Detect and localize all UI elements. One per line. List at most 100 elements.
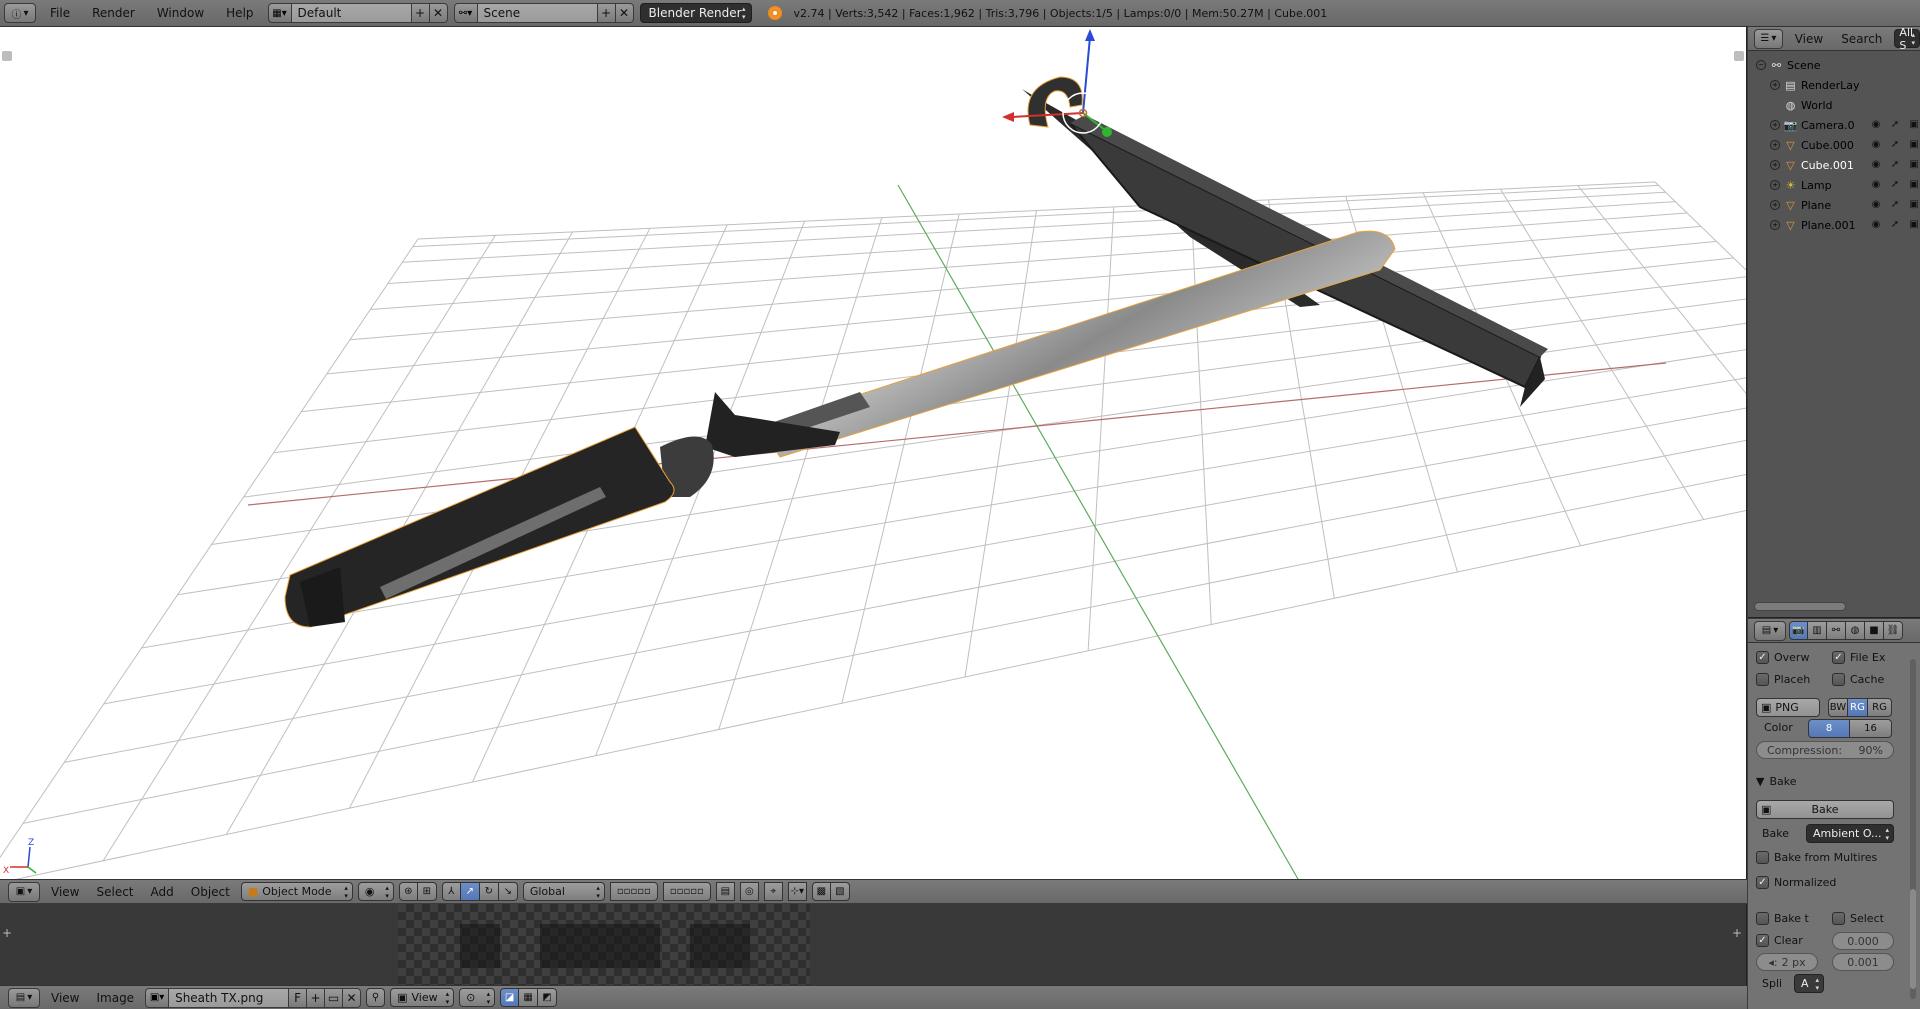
expand-toggle-icon[interactable]: + [1770,120,1780,130]
expand-toggle-icon[interactable]: − [1756,60,1766,70]
render-engine-dropdown[interactable]: Blender Render [639,3,752,23]
outliner-item[interactable]: + 📷 Camera.0 ◉ ➚ ▣ [1748,115,1920,135]
world-tab-icon[interactable]: ◍ [1846,621,1865,640]
outliner-item[interactable]: + ☀ Lamp ◉ ➚ ▣ [1748,175,1920,195]
handle-object[interactable] [284,426,675,628]
color-mode-bw[interactable]: BW [1828,698,1848,717]
bake-from-multires-row[interactable]: Bake from Multires [1756,851,1877,864]
split-dropdown[interactable]: A [1794,974,1824,993]
eye-icon[interactable]: ◉ [1870,178,1882,190]
outliner-display-mode-dropdown[interactable]: All S [1894,27,1920,52]
cursor-select-icon[interactable]: ➚ [1889,158,1901,170]
screen-layout-field[interactable]: Default [291,3,412,23]
file-ext-checkbox-row[interactable]: ✓ File Ex [1832,651,1885,664]
file-format-dropdown[interactable]: ▣ PNG [1756,698,1820,717]
render-camera-icon[interactable]: ▣ [1908,218,1920,230]
outliner-item[interactable]: + ▤ RenderLay [1748,75,1920,95]
render-camera-icon[interactable]: ▣ [1908,178,1920,190]
menu-file[interactable]: File [42,6,78,20]
cache-checkbox-row[interactable]: Cache [1832,673,1884,686]
color-depth-16[interactable]: 16 [1850,719,1892,738]
object-tab-icon[interactable]: ■ [1865,621,1884,640]
expand-toggle-icon[interactable]: + [1770,140,1780,150]
layer-lock-icon[interactable]: ▤ [715,882,735,901]
bake-panel-header[interactable]: ▼ Bake [1756,775,1797,788]
bake-to-vertex-checkbox[interactable] [1756,912,1769,925]
selected-to-active-checkbox[interactable] [1832,912,1845,925]
area-expand-left-icon[interactable]: + [2,926,12,940]
alpha-checker-icon[interactable]: ▦ [519,988,539,1007]
z-buffer-icon[interactable]: ◩ [538,988,558,1007]
pin-image-icon[interactable]: ⚲ [366,988,386,1007]
eye-icon[interactable]: ◉ [1870,158,1882,170]
bake-type-dropdown[interactable]: Ambient O... [1806,824,1894,843]
area-split-handle-topright[interactable] [1734,51,1744,61]
bake-from-multires-checkbox[interactable] [1756,851,1769,864]
fake-user-button[interactable]: F [289,987,308,1008]
object-mode-dropdown[interactable]: ■ Object Mode [240,882,353,901]
info-editor-type-button[interactable]: ⓘ ▾ [4,3,36,23]
outliner-item[interactable]: + ▽ Cube.000 ◉ ➚ ▣ [1748,135,1920,155]
cursor-select-icon[interactable]: ➚ [1889,198,1901,210]
unlink-image-icon[interactable]: ✕ [343,987,362,1008]
pivot-dropdown[interactable]: ⊙ [459,988,496,1007]
area-split-handle-topleft[interactable] [2,51,12,61]
outliner-menu-search[interactable]: Search [1835,32,1888,46]
layers-grid-a-icon[interactable]: ▫▫▫▫▫ [609,882,658,901]
cache-checkbox[interactable] [1832,673,1845,686]
properties-scroll-thumb[interactable] [1910,889,1916,989]
overwrite-checkbox[interactable]: ✓ [1756,651,1769,664]
outliner-editor-type-button[interactable]: ☰ ▾ [1754,28,1783,49]
bake-to-vertex-row[interactable]: Bake t [1756,912,1809,925]
snap-element-icon[interactable]: ⊹▾ [787,882,807,901]
menu-window[interactable]: Window [149,6,212,20]
3d-viewport[interactable]: Z X [0,27,1747,879]
placeholders-checkbox[interactable] [1756,673,1769,686]
bias-field[interactable]: 0.001 [1832,953,1894,971]
normalized-row[interactable]: ✓ Normalized [1756,876,1836,889]
guard-object[interactable] [660,392,840,497]
distance-field[interactable]: 0.000 [1832,932,1894,950]
placeholders-checkbox-row[interactable]: Placeh [1756,673,1810,686]
file-ext-checkbox[interactable]: ✓ [1832,651,1845,664]
selected-to-active-row[interactable]: Select [1832,912,1884,925]
clear-row[interactable]: ✓ Clear [1756,934,1803,947]
clear-checkbox[interactable]: ✓ [1756,934,1769,947]
outliner-horizontal-scrollbar[interactable] [1754,602,1846,611]
area-expand-right-icon[interactable]: + [1732,926,1742,940]
blade-object[interactable] [759,230,1396,458]
render-camera-icon[interactable]: ▣ [1908,138,1920,150]
menu-view[interactable]: View [45,885,85,899]
color-mode-rgba[interactable]: RG [1868,698,1892,717]
expand-toggle-icon[interactable]: + [1770,220,1780,230]
bake-button[interactable]: ▣ Bake [1756,800,1894,819]
rotate-manipulator-icon[interactable]: ↻ [479,882,499,901]
manipulate-center-icon[interactable]: ⊞ [417,882,437,901]
layout-icon[interactable]: ▦▾ [267,3,292,23]
layers-grid-b-icon[interactable]: ▫▫▫▫▫ [662,882,711,901]
open-image-icon[interactable]: ▭ [325,987,344,1008]
render-camera-icon[interactable]: ▣ [1908,158,1920,170]
normalized-checkbox[interactable]: ✓ [1756,876,1769,889]
eye-icon[interactable]: ◉ [1870,218,1882,230]
outliner-item[interactable]: + ▽ Cube.001 ◉ ➚ ▣ [1748,155,1920,175]
remove-scene-button[interactable]: ✕ [615,3,634,23]
menu-render[interactable]: Render [84,6,143,20]
expand-toggle-icon[interactable]: + [1770,200,1780,210]
compression-slider[interactable]: Compression: 90% [1756,741,1894,759]
scale-manipulator-icon[interactable]: ↘ [498,882,518,901]
menu-object[interactable]: Object [185,885,236,899]
menu-image[interactable]: Image [90,991,140,1005]
snap-toggle-icon[interactable]: ⌖ [763,882,783,901]
viewport-shading-dropdown[interactable]: ◉ [357,882,394,901]
expand-toggle-icon[interactable]: + [1770,80,1780,90]
opengl-animation-icon[interactable]: ▧ [830,882,850,901]
outliner-item[interactable]: − ⚯ Scene [1748,55,1920,75]
manipulator-toggle-icon[interactable]: ⅄ [441,882,461,901]
properties-vertical-scrollbar[interactable] [1910,659,1916,999]
menu-add[interactable]: Add [145,885,180,899]
uv-image-editor[interactable]: + + [0,904,1747,985]
transform-orientation-dropdown[interactable]: Global [522,882,605,901]
scene-field[interactable]: Scene [477,3,598,23]
opengl-render-icon[interactable]: ▩ [811,882,831,901]
